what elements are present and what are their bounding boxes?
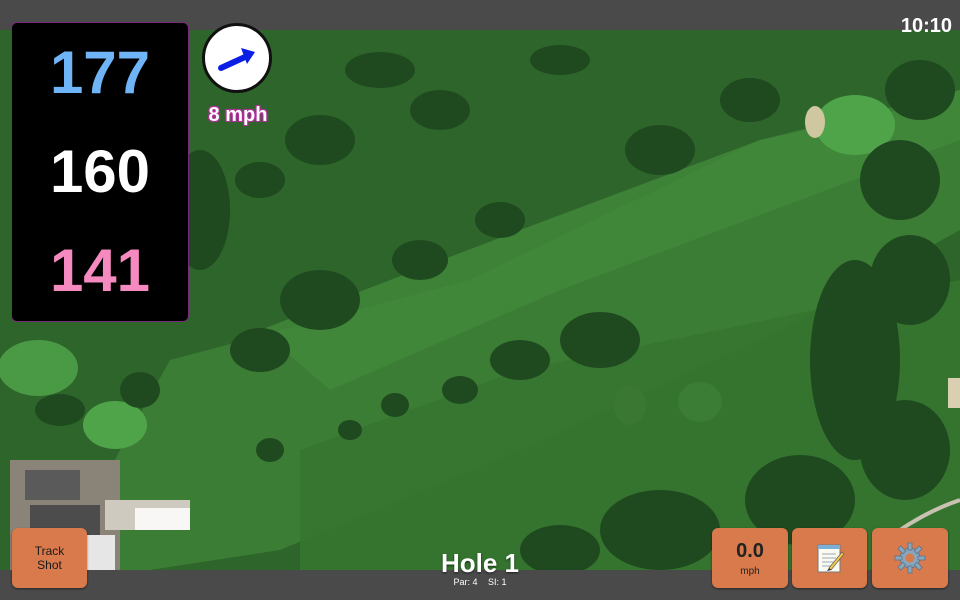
middle-distance: 160 bbox=[49, 137, 151, 205]
distance-panel: 177 160 141 bbox=[11, 22, 189, 322]
hole-stroke-index: SI: 1 bbox=[488, 577, 507, 587]
speed-button[interactable]: 0.0 mph bbox=[712, 528, 788, 588]
track-shot-label-line2: Shot bbox=[37, 558, 62, 572]
track-shot-button[interactable]: Track Shot bbox=[12, 528, 87, 588]
speed-value: 0.0 bbox=[736, 539, 764, 562]
notes-button[interactable] bbox=[792, 528, 867, 588]
wind-indicator bbox=[202, 23, 272, 93]
speed-unit: mph bbox=[740, 565, 760, 577]
front-distance: 141 bbox=[49, 237, 151, 305]
hole-info: Par: 4 SI: 1 bbox=[380, 577, 580, 587]
track-shot-label-line1: Track bbox=[34, 544, 65, 558]
hole-par: Par: 4 bbox=[453, 577, 478, 587]
back-distance: 177 bbox=[49, 38, 151, 106]
notepad-icon bbox=[817, 544, 844, 573]
gear-icon bbox=[894, 542, 926, 574]
clock: 10:10 bbox=[900, 15, 952, 37]
hole-title: Hole 1 bbox=[440, 548, 520, 578]
wind-speed-label: 8 mph bbox=[208, 104, 268, 126]
wind-direction-arrow-icon bbox=[218, 48, 255, 71]
settings-button[interactable] bbox=[872, 528, 948, 588]
